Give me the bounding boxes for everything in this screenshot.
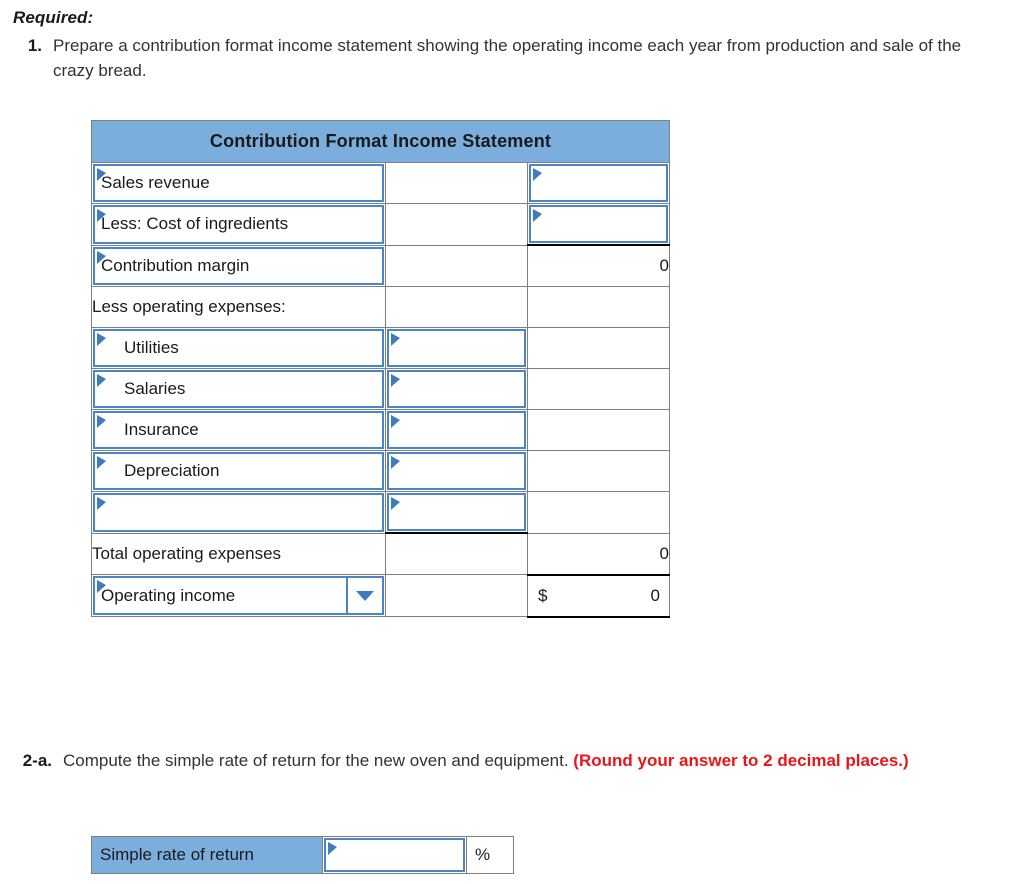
question-2a-text: Compute the simple rate of return for th… (63, 748, 1008, 773)
insurance-amount-input[interactable] (385, 409, 528, 451)
contribution-margin-label-cell[interactable]: Contribution margin (91, 244, 386, 287)
simple-rate-of-return-widget: Simple rate of return % (91, 836, 514, 874)
cell-flag-icon (391, 497, 400, 510)
cost-of-ingredients-label-cell[interactable]: Less: Cost of ingredients (91, 203, 386, 246)
total-operating-expenses-amount: 0 (527, 532, 670, 576)
total-operating-expenses-mid-cell (385, 532, 528, 575)
insurance-label: Insurance (124, 420, 199, 439)
less-operating-expenses-mid-cell (385, 286, 528, 328)
operating-income-dropdown[interactable]: Operating income (91, 574, 386, 617)
sales-revenue-label: Sales revenue (101, 173, 210, 192)
cell-flag-icon (533, 168, 542, 181)
salaries-right-cell (527, 368, 670, 410)
depreciation-label: Depreciation (124, 461, 220, 480)
percent-unit-label: % (466, 836, 514, 874)
cell-flag-icon (391, 456, 400, 469)
cost-of-ingredients-label: Less: Cost of ingredients (101, 214, 289, 234)
operating-income-currency-symbol: $ (538, 585, 548, 605)
total-operating-expenses-label: Total operating expenses (91, 532, 386, 575)
salaries-label: Salaries (124, 379, 186, 398)
operating-income-amount-cell: $ 0 (527, 573, 670, 618)
question-1-number: 1. (27, 36, 42, 55)
cell-flag-icon (97, 497, 106, 510)
insurance-right-cell (527, 409, 670, 451)
table-row: Insurance (91, 409, 670, 451)
sales-revenue-amount-input[interactable] (527, 162, 670, 204)
sales-revenue-mid-cell (385, 162, 528, 204)
statement-title: Contribution Format Income Statement (91, 120, 670, 163)
depreciation-label-cell[interactable]: Depreciation (91, 450, 386, 492)
contribution-margin-amount: 0 (527, 244, 670, 287)
question-2a-round-note: (Round your answer to 2 decimal places.) (573, 751, 909, 770)
question-2a-number: 2-a. (22, 751, 52, 770)
contribution-format-income-statement-table: Contribution Format Income Statement Sal… (91, 120, 670, 618)
question-2a-body: Compute the simple rate of return for th… (63, 751, 574, 770)
question-1-text: Prepare a contribution format income sta… (53, 36, 962, 80)
required-label: Required: (13, 8, 94, 27)
utilities-amount-input[interactable] (385, 327, 528, 369)
utilities-label-cell[interactable]: Utilities (91, 327, 386, 369)
operating-income-mid-cell (385, 574, 528, 617)
extra-expense-label-cell[interactable] (91, 491, 386, 534)
cost-of-ingredients-amount-input[interactable] (527, 203, 670, 246)
cell-flag-icon (533, 209, 542, 222)
depreciation-right-cell (527, 450, 670, 492)
insurance-label-cell[interactable]: Insurance (91, 409, 386, 451)
salaries-amount-input[interactable] (385, 368, 528, 410)
extra-expense-right-cell (527, 491, 670, 534)
simple-rate-of-return-input[interactable] (322, 836, 467, 874)
table-row (91, 491, 670, 534)
table-row: Total operating expenses 0 (91, 532, 670, 576)
sales-revenue-label-cell[interactable]: Sales revenue (91, 162, 386, 204)
table-row: Less operating expenses: (91, 286, 670, 328)
question-2a: 2-a. Compute the simple rate of return f… (8, 748, 1008, 773)
cell-flag-icon (391, 415, 400, 428)
utilities-label: Utilities (124, 338, 179, 357)
less-operating-expenses-label: Less operating expenses: (91, 286, 386, 328)
table-row: Depreciation (91, 450, 670, 492)
extra-expense-amount-input[interactable] (385, 491, 528, 534)
table-row: Salaries (91, 368, 670, 410)
table-row: Operating income $ 0 (91, 573, 670, 618)
operating-income-amount: 0 (650, 585, 660, 605)
table-row: Less: Cost of ingredients (91, 203, 670, 246)
less-operating-expenses-right-cell (527, 286, 670, 328)
operating-income-dropdown-button[interactable] (346, 578, 382, 613)
simple-rate-of-return-label: Simple rate of return (91, 836, 323, 874)
salaries-label-cell[interactable]: Salaries (91, 368, 386, 410)
cell-flag-icon (391, 374, 400, 387)
operating-income-label: Operating income (101, 585, 236, 605)
utilities-right-cell (527, 327, 670, 369)
table-row: Sales revenue (91, 162, 670, 204)
contribution-margin-label: Contribution margin (101, 255, 250, 275)
contribution-margin-mid-cell (385, 244, 528, 287)
cost-of-ingredients-mid-cell (385, 203, 528, 246)
table-row: Utilities (91, 327, 670, 369)
table-row: Contribution margin 0 (91, 244, 670, 287)
table-header-row: Contribution Format Income Statement (91, 120, 670, 163)
cell-flag-icon (328, 842, 337, 855)
cell-flag-icon (391, 333, 400, 346)
simple-rate-of-return-row: Simple rate of return % (91, 836, 514, 874)
depreciation-amount-input[interactable] (385, 450, 528, 492)
chevron-down-icon (356, 590, 374, 601)
question-1: 1. Prepare a contribution format income … (18, 33, 1008, 83)
